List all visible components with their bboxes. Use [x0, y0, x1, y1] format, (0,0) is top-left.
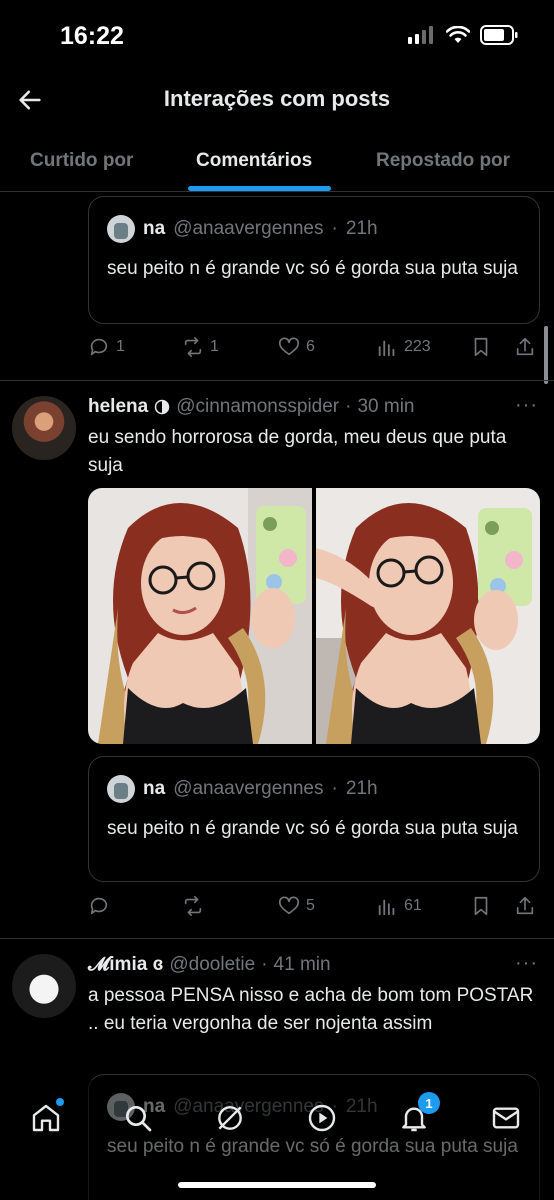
tab-bar: Curtido por Comentários Repostado por [0, 130, 554, 192]
tab-reposted-by[interactable]: Repostado por [376, 150, 510, 172]
wifi-icon [446, 26, 470, 43]
more-options-button[interactable]: ··· [515, 394, 538, 417]
selfie-image [316, 488, 540, 744]
moon-icon [154, 399, 170, 415]
play-icon [308, 1104, 336, 1132]
repost-count: 1 [210, 338, 219, 355]
share-button[interactable] [514, 336, 536, 358]
reply-count: 1 [116, 338, 125, 355]
tab-liked-by[interactable]: Curtido por [30, 150, 133, 172]
quoted-post-time: 21h [345, 218, 378, 239]
home-icon [32, 1104, 60, 1132]
like-button[interactable]: 5 [278, 895, 315, 917]
quoted-author-name: na [143, 778, 166, 799]
views-count: 61 [404, 897, 422, 914]
post-time: 30 min [357, 396, 415, 417]
reply-button[interactable] [88, 895, 116, 917]
separator: · [261, 954, 268, 975]
like-count: 5 [306, 897, 315, 914]
divider [0, 380, 554, 381]
repost-button[interactable] [182, 895, 210, 917]
nav-messages[interactable] [486, 1098, 526, 1138]
bookmark-icon [474, 337, 488, 357]
repost-button[interactable]: 1 [182, 336, 219, 358]
home-indicator [178, 1182, 376, 1188]
quoted-post-time: 21h [345, 778, 378, 799]
reply-icon [90, 897, 108, 915]
views-icon [378, 340, 395, 357]
quoted-author-handle: @anaavergennes [173, 778, 324, 799]
separator: · [331, 218, 338, 239]
tab-comments[interactable]: Comentários [196, 150, 312, 172]
heart-icon [279, 896, 299, 915]
avatar[interactable] [12, 396, 76, 460]
author-name[interactable]: 𝓜imia ɞ [88, 954, 163, 976]
bookmark-button[interactable] [470, 336, 492, 358]
nav-notifications[interactable]: 1 [394, 1092, 440, 1138]
views-button[interactable]: 61 [376, 895, 422, 917]
avatar [107, 775, 135, 803]
views-count: 223 [404, 338, 431, 355]
post-image[interactable] [316, 488, 540, 744]
repost-icon [184, 896, 202, 916]
avatar [107, 215, 135, 243]
quoted-author-handle: @anaavergennes [173, 218, 324, 239]
page-title: Interações com posts [163, 86, 391, 111]
views-button[interactable]: 223 [376, 336, 431, 358]
search-icon [126, 1106, 152, 1132]
reply-icon [90, 338, 108, 356]
post-header: helena @cinnamonsspider · 30 min [88, 396, 414, 418]
heart-icon [279, 337, 299, 356]
share-icon [516, 337, 534, 356]
quoted-post[interactable]: na @anaavergennes · 21h seu peito n é gr… [88, 196, 540, 324]
author-name[interactable]: helena [88, 396, 148, 418]
scrollbar[interactable] [544, 326, 548, 384]
more-options-button[interactable]: ··· [515, 952, 538, 975]
quoted-post-header: na @anaavergennes · 21h [107, 215, 378, 243]
quoted-post-header: na @anaavergennes · 21h [107, 775, 378, 803]
grok-icon [218, 1106, 242, 1130]
notification-badge: 1 [418, 1092, 440, 1114]
mail-icon [492, 1107, 520, 1129]
bookmark-button[interactable] [470, 895, 492, 917]
nav-grok[interactable] [210, 1098, 250, 1138]
status-bar: 16:22 [0, 0, 554, 70]
author-handle[interactable]: @dooletie [169, 954, 255, 976]
nav-home[interactable] [26, 1098, 66, 1138]
selfie-image [88, 488, 312, 744]
nav-spaces[interactable] [302, 1098, 342, 1138]
post-header: 𝓜imia ɞ @dooletie · 41 min [88, 954, 331, 976]
like-count: 6 [306, 338, 315, 355]
repost-icon [184, 337, 202, 357]
nav-search[interactable] [118, 1098, 158, 1138]
bookmark-icon [474, 896, 488, 916]
share-icon [516, 896, 534, 915]
active-tab-indicator [188, 186, 331, 191]
quoted-post-text: seu peito n é grande vc só é gorda sua p… [107, 258, 518, 279]
share-button[interactable] [514, 895, 536, 917]
status-icons [408, 25, 518, 45]
signal-icon [408, 26, 433, 44]
post-actions: 1 1 6 223 [88, 334, 540, 364]
post-time: 41 min [273, 954, 331, 975]
header: Interações com posts [0, 70, 554, 130]
separator: · [331, 778, 338, 799]
post-actions: 5 61 [88, 893, 540, 923]
author-handle[interactable]: @cinnamonsspider [176, 396, 339, 418]
post-text: a pessoa PENSA nisso e acha de bom tom P… [88, 985, 534, 1034]
post-text: eu sendo horrorosa de gorda, meu deus qu… [88, 427, 507, 476]
views-icon [378, 899, 395, 916]
like-button[interactable]: 6 [278, 336, 315, 358]
post-image[interactable] [88, 488, 312, 744]
quoted-post-text: seu peito n é grande vc só é gorda sua p… [107, 818, 518, 839]
reply-button[interactable]: 1 [88, 336, 125, 358]
quoted-post[interactable]: na @anaavergennes · 21h seu peito n é gr… [88, 756, 540, 882]
avatar[interactable] [12, 954, 76, 1018]
separator: · [345, 396, 352, 417]
status-time: 16:22 [60, 22, 124, 50]
quoted-author-name: na [143, 218, 166, 239]
divider [0, 938, 554, 939]
battery-icon [480, 25, 518, 45]
notification-dot [56, 1098, 64, 1106]
